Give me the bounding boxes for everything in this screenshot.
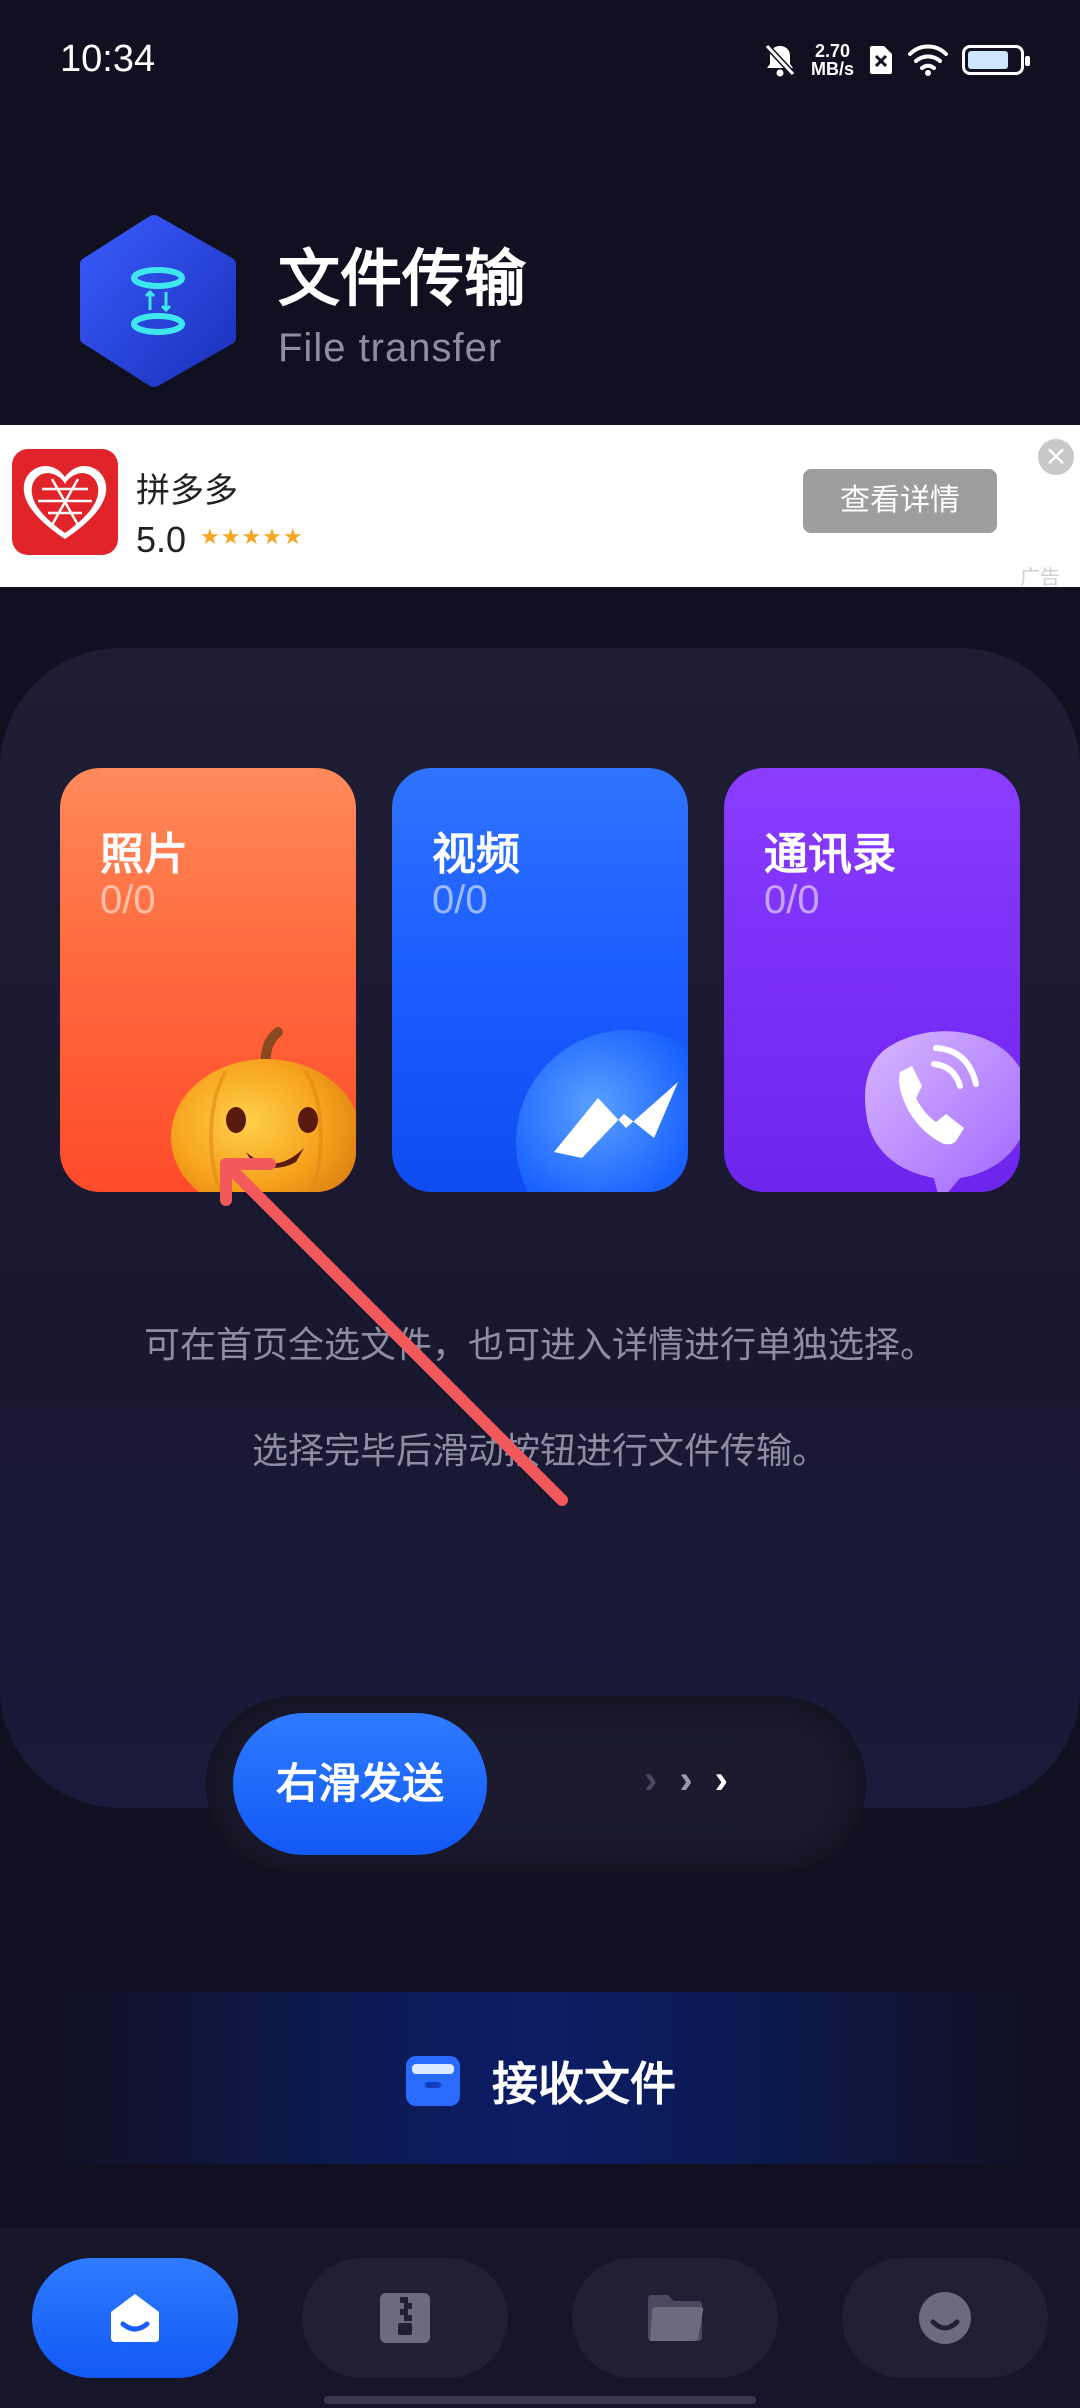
folder-icon	[648, 2295, 704, 2341]
ad-stars: ★★★★★	[200, 525, 304, 550]
app-logo-icon	[80, 215, 236, 387]
wifi-icon	[908, 44, 948, 76]
ad-app-icon[interactable]	[12, 449, 118, 555]
net-speed-unit: MB/s	[810, 59, 854, 79]
battery-fill	[968, 51, 1008, 69]
slide-to-send-button[interactable]: 右滑发送	[233, 1713, 487, 1855]
smile-icon	[919, 2292, 971, 2344]
ad-banner[interactable]: 拼多多 5.0 ★★★★★ 查看详情 × 广告	[0, 425, 1080, 589]
home-indicator	[324, 2396, 756, 2404]
bottom-nav	[0, 2228, 1080, 2408]
card-title: 通讯录	[764, 829, 896, 880]
pumpkin-icon	[171, 1027, 356, 1192]
sim-x-icon	[870, 46, 892, 74]
net-speed-value: 2.70	[814, 41, 851, 61]
chevron-right-icon: ›	[714, 1758, 728, 1802]
nav-profile[interactable]	[842, 2258, 1048, 2378]
contacts-card[interactable]: 通讯录 0/0	[724, 768, 1020, 1192]
status-icons: 2.70 MB/s	[763, 40, 1030, 80]
archive-icon	[380, 2293, 430, 2343]
receive-files-button[interactable]: 接收文件	[50, 1992, 1030, 2164]
app-title: 文件传输	[278, 242, 527, 315]
ad-details-button[interactable]: 查看详情	[803, 469, 997, 533]
net-speed: 2.70 MB/s	[811, 42, 854, 78]
chevron-right-icon: ›	[679, 1758, 693, 1802]
app-subtitle: File transfer	[278, 326, 503, 370]
battery-icon	[962, 45, 1030, 75]
play-wave-icon	[516, 1030, 688, 1192]
nav-home[interactable]	[32, 2258, 238, 2378]
card-count: 0/0	[764, 878, 820, 922]
videos-card[interactable]: 视频 0/0	[392, 768, 688, 1192]
card-count: 0/0	[432, 878, 488, 922]
receive-inner: 接收文件	[50, 2048, 1030, 2114]
receive-files-label: 接收文件	[492, 2057, 676, 2111]
folder-icon	[406, 2056, 460, 2106]
ad-app-name: 拼多多	[136, 471, 238, 511]
card-count: 0/0	[100, 878, 156, 922]
slide-arrows: › › ›	[644, 1758, 728, 1803]
chevron-right-icon: ›	[644, 1758, 658, 1802]
nav-files[interactable]	[572, 2258, 778, 2378]
status-bar: 10:34 2.70 MB/s	[0, 0, 1080, 120]
ad-close-button[interactable]: ×	[1038, 439, 1074, 475]
nav-archive[interactable]	[302, 2258, 508, 2378]
home-icon	[111, 2294, 159, 2342]
phone-icon	[865, 1031, 1020, 1192]
pinduoduo-logo-icon	[23, 465, 107, 539]
status-time: 10:34	[60, 38, 156, 80]
photos-card[interactable]: 照片 0/0	[60, 768, 356, 1192]
ad-rating: 5.0	[136, 519, 187, 560]
card-title: 视频	[432, 829, 520, 880]
hint-text-1: 可在首页全选文件，也可进入详情进行单独选择。	[143, 1325, 936, 1366]
hint-text-2: 选择完毕后滑动按钮进行文件传输。	[251, 1431, 828, 1472]
bell-off-icon	[764, 43, 796, 77]
ad-label: 广告	[1020, 565, 1060, 589]
card-title: 照片	[100, 829, 188, 880]
